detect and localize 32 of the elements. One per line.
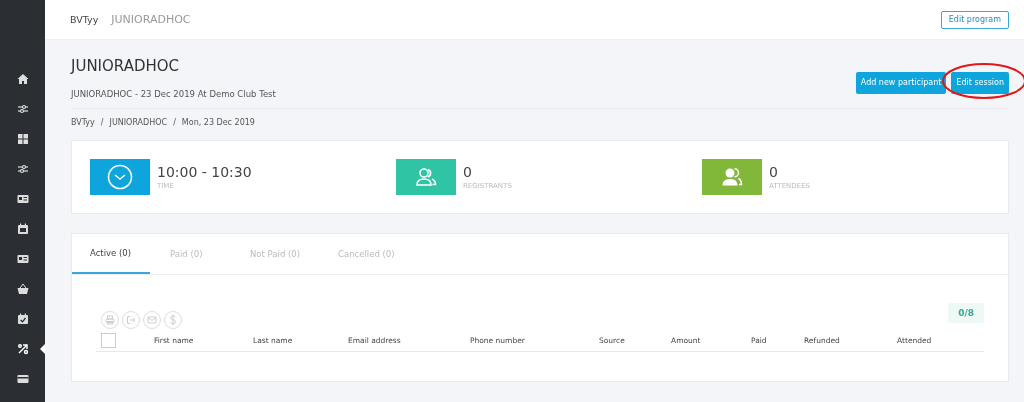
tab[interactable]: Not Paid (0)	[232, 234, 319, 274]
calendar-icon	[16, 223, 29, 235]
card-icon	[16, 373, 29, 385]
breadcrumb-separator: /	[100, 118, 104, 127]
page-subtitle: JUNIORADHOC - 23 Dec 2019 At Demo Club Test	[71, 89, 276, 99]
count-badge: 0/8	[948, 303, 984, 323]
basket-icon	[16, 283, 29, 295]
stat-value: 0	[769, 164, 779, 180]
breadcrumb-separator: /	[173, 118, 176, 127]
tab[interactable]: Active (0)	[72, 234, 150, 274]
users-icon	[415, 167, 437, 187]
breadcrumb-link[interactable]: BVTyy	[70, 14, 99, 25]
users-icon	[721, 167, 743, 187]
stat-value: 0	[463, 164, 473, 180]
grid-icon	[16, 133, 29, 145]
page-title: JUNIORADHOC	[71, 57, 181, 75]
select-all-checkbox[interactable]	[101, 332, 116, 348]
edit-session-button[interactable]: Edit session	[951, 71, 1009, 94]
home-icon	[16, 73, 29, 85]
breadcrumb-link[interactable]: JUNIORADHOC	[111, 13, 191, 26]
id-card-icon	[16, 193, 29, 205]
add-participant-button[interactable]: Add new participant	[855, 71, 947, 94]
id-card-icon	[16, 253, 29, 265]
breadcrumb-link[interactable]: BVTyy	[71, 118, 95, 127]
sliders-icon	[16, 163, 29, 175]
stat-value: 10:00 - 10:30	[157, 164, 252, 180]
calendar-check-icon	[16, 313, 29, 325]
breadcrumb-link[interactable]: JUNIORADHOC	[109, 118, 168, 127]
sliders-icon	[16, 103, 29, 115]
percent-icon	[16, 343, 29, 355]
edit-program-button[interactable]: Edit program	[940, 10, 1009, 29]
clock-icon	[107, 164, 133, 190]
